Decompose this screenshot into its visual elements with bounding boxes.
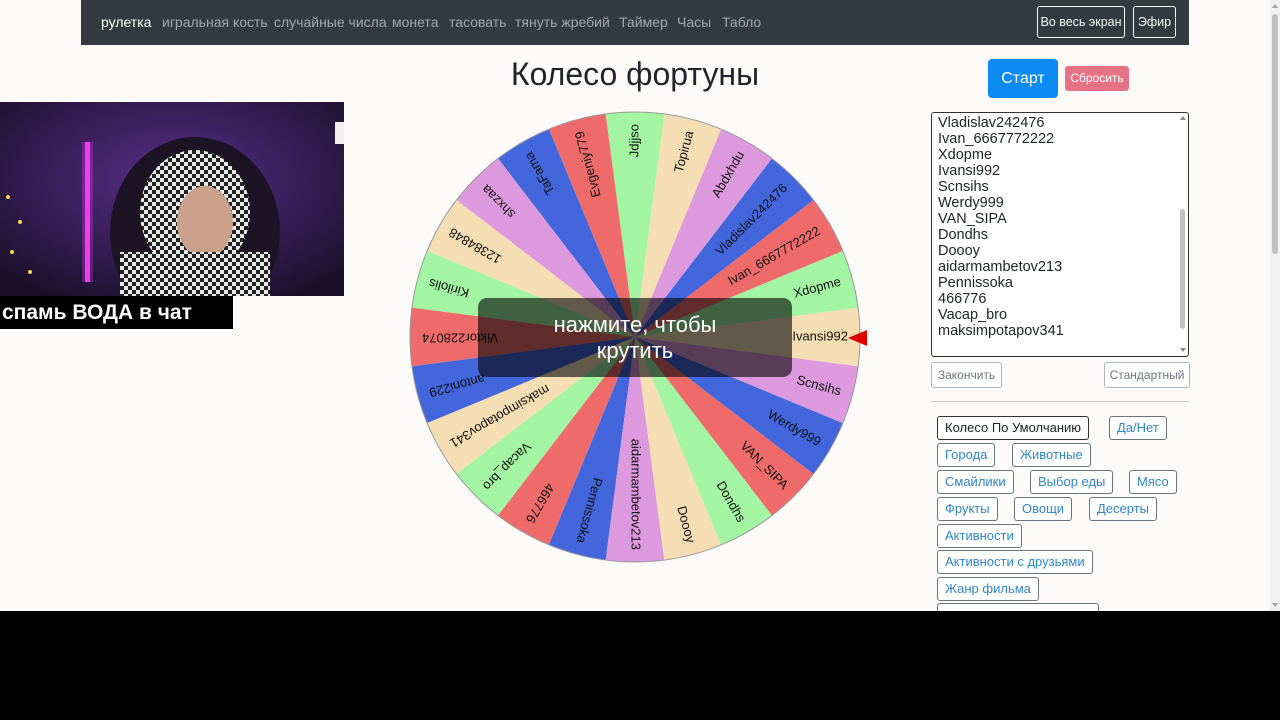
page-scroll-thumb[interactable] bbox=[1272, 14, 1278, 254]
reset-button[interactable]: Сбросить bbox=[1065, 66, 1129, 91]
name-entry: Scnsihs bbox=[938, 179, 989, 195]
scroll-down-icon[interactable] bbox=[1180, 348, 1186, 352]
name-entry: Doooy bbox=[938, 243, 980, 259]
name-entry: Werdy999 bbox=[938, 195, 1004, 211]
wheel-label: aidarmambetov213 bbox=[629, 439, 644, 550]
preset-movie-genre[interactable]: Жанр фильма bbox=[937, 577, 1039, 601]
names-list: Vladislav242476 Ivan_6667772222 Xdopme I… bbox=[938, 115, 1064, 339]
webpage: рулетка игральная кость случайные числа … bbox=[0, 0, 1270, 611]
name-entry: VAN_SIPA bbox=[938, 211, 1007, 227]
start-button[interactable]: Старт bbox=[988, 59, 1058, 98]
name-entry: Pennissoka bbox=[938, 275, 1013, 291]
name-entry: Ivan_6667772222 bbox=[938, 131, 1055, 147]
name-entry: Ivansi992 bbox=[938, 163, 1001, 179]
spin-overlay[interactable]: нажмите, чтобы крутить bbox=[478, 298, 792, 377]
preset-emoji[interactable]: Смайлики bbox=[937, 470, 1014, 494]
spin-overlay-line1: нажмите, чтобы bbox=[553, 311, 717, 337]
spin-overlay-line2: крутить bbox=[596, 337, 674, 363]
name-entry: 466776 bbox=[938, 291, 987, 307]
preset-activities[interactable]: Активности bbox=[937, 524, 1022, 548]
name-entry: Vladislav242476 bbox=[938, 115, 1045, 131]
name-entry: maksimpotapov341 bbox=[938, 323, 1064, 339]
finish-button[interactable]: Закончить bbox=[931, 362, 1002, 388]
preset-cities[interactable]: Города bbox=[937, 443, 996, 467]
names-textarea[interactable]: Vladislav242476 Ivan_6667772222 Xdopme I… bbox=[931, 112, 1189, 357]
preset-activities-friends[interactable]: Активности с друзьями bbox=[937, 550, 1093, 574]
preset-food-choice[interactable]: Выбор еды bbox=[1030, 470, 1114, 494]
webcam-overlay bbox=[0, 102, 344, 296]
standard-button[interactable]: Стандартный bbox=[1104, 362, 1190, 388]
textarea-scroll-thumb[interactable] bbox=[1180, 209, 1185, 329]
textarea-scrollbar[interactable] bbox=[1179, 114, 1187, 354]
name-entry: Vacap_bro bbox=[938, 307, 1008, 323]
preset-yes-no[interactable]: Да/Нет bbox=[1109, 416, 1167, 440]
preset-meat[interactable]: Мясо bbox=[1129, 470, 1177, 494]
scroll-up-icon[interactable] bbox=[1180, 116, 1186, 120]
preset-vegetables[interactable]: Овощи bbox=[1014, 497, 1073, 521]
divider bbox=[931, 401, 1189, 402]
wheel-label: Ivansi992 bbox=[792, 328, 848, 343]
webcam-image bbox=[0, 102, 344, 296]
preset-cut-off[interactable] bbox=[937, 603, 1099, 611]
preset-default-wheel[interactable]: Колесо По Умолчанию bbox=[937, 416, 1090, 440]
black-bar bbox=[0, 611, 1280, 720]
page-scroll-up-icon[interactable] bbox=[1272, 4, 1278, 8]
preset-desserts[interactable]: Десерты bbox=[1089, 497, 1158, 521]
name-entry: aidarmambetov213 bbox=[938, 259, 1063, 275]
wheel-label: Jdjjso bbox=[626, 124, 641, 157]
webcam-banner: спамь ВОДА в чат bbox=[0, 296, 233, 329]
page-scrollbar[interactable] bbox=[1270, 0, 1280, 611]
name-entry: Dondhs bbox=[938, 227, 988, 243]
preset-animals[interactable]: Животные bbox=[1012, 443, 1091, 467]
name-entry: Xdopme bbox=[938, 147, 993, 163]
page-scroll-down-icon[interactable] bbox=[1272, 603, 1278, 607]
preset-fruits[interactable]: Фрукты bbox=[937, 497, 998, 521]
